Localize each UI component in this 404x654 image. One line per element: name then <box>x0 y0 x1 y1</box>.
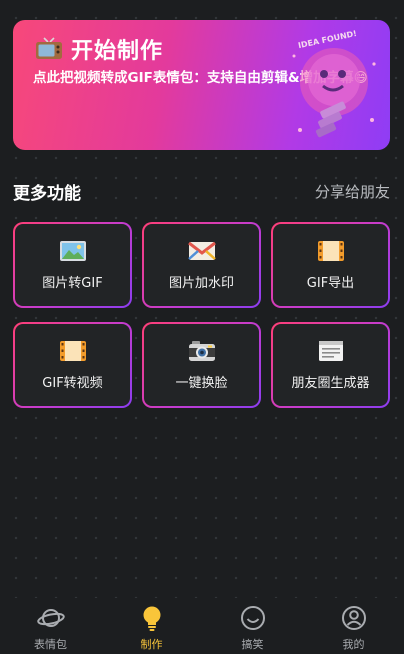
section-title: 更多功能 <box>13 183 81 204</box>
document-icon <box>318 341 343 361</box>
banner-title-row: 开始制作 <box>35 33 163 65</box>
feature-image-watermark[interactable]: 图片加水印 <box>142 222 261 308</box>
tab-create[interactable]: 制作 <box>101 598 202 654</box>
feature-label: 图片转GIF <box>42 276 103 291</box>
start-create-banner[interactable]: 开始制作 点此把视频转成GIF表情包：支持自由剪辑&增加字幕😄 IDEA FOU… <box>13 20 390 150</box>
feature-face-swap[interactable]: 一键换脸 <box>142 322 261 408</box>
tab-stickers[interactable]: 表情包 <box>0 598 101 654</box>
feature-label: 图片加水印 <box>168 276 234 291</box>
lightbulb-icon <box>143 606 160 631</box>
bottom-tab-bar: 表情包 制作 搞笑 我的 <box>0 598 404 654</box>
envelope-icon <box>187 241 216 260</box>
film-icon <box>317 241 344 261</box>
banner-title: 开始制作 <box>71 39 164 64</box>
feature-label: 朋友圈生成器 <box>291 376 370 391</box>
film-icon <box>59 341 86 361</box>
camera-icon <box>188 341 215 361</box>
tab-label: 我的 <box>342 638 365 651</box>
tv-icon <box>36 37 62 59</box>
feature-grid: 图片转GIF 图片加水印 GIF导出 GIF转视频 一键换脸 朋友圈生成器 <box>13 222 390 408</box>
smiley-icon <box>240 606 265 630</box>
feature-label: GIF导出 <box>306 276 355 291</box>
user-icon <box>341 606 366 630</box>
feature-gif-to-video[interactable]: GIF转视频 <box>13 322 132 408</box>
tab-label: 制作 <box>140 638 163 651</box>
lightbulb-illustration: IDEA FOUND! <box>292 29 376 138</box>
tab-funny[interactable]: 搞笑 <box>202 598 303 654</box>
feature-label: 一键换脸 <box>175 376 228 391</box>
feature-image-to-gif[interactable]: 图片转GIF <box>13 222 132 308</box>
tab-label: 搞笑 <box>241 638 264 651</box>
planet-icon <box>36 609 65 627</box>
share-to-friends-link[interactable]: 分享给朋友 <box>315 181 390 202</box>
tab-me[interactable]: 我的 <box>303 598 404 654</box>
more-features-header: 更多功能 分享给朋友 <box>13 178 390 204</box>
feature-gif-export[interactable]: GIF导出 <box>271 222 390 308</box>
tab-label: 表情包 <box>34 638 67 651</box>
feature-label: GIF转视频 <box>42 376 103 391</box>
feature-moments-generator[interactable]: 朋友圈生成器 <box>271 322 390 408</box>
image-icon <box>59 241 86 261</box>
svg-text:IDEA FOUND!: IDEA FOUND! <box>297 29 357 50</box>
